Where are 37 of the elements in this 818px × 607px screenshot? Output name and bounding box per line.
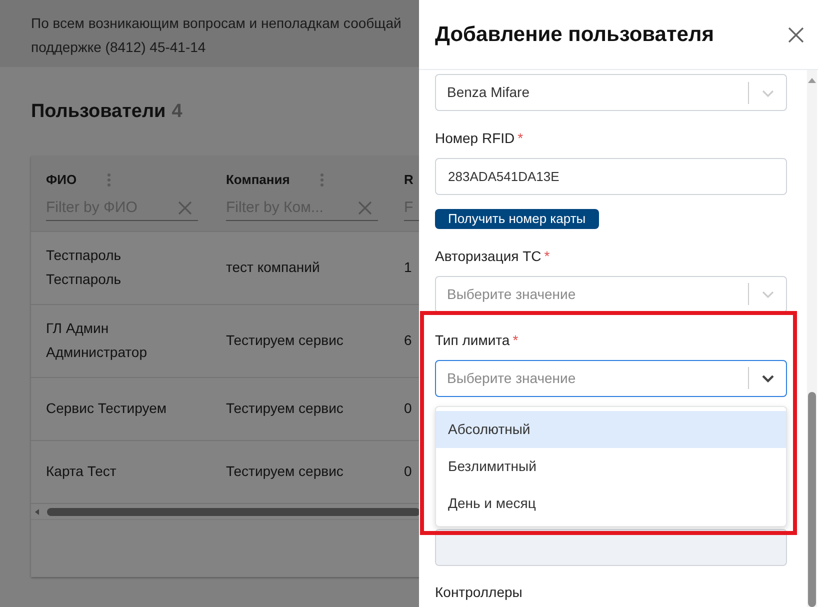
- page-title: Пользователи: [31, 100, 166, 124]
- close-icon[interactable]: [788, 26, 804, 42]
- get-card-number-button[interactable]: Получить номер карты: [435, 209, 599, 228]
- select-field[interactable]: Выберите значение: [435, 360, 787, 396]
- table-cell: ГЛ Админ Администратор: [46, 320, 148, 360]
- clear-icon[interactable]: [178, 201, 192, 215]
- table-cell: Тестируем сервис: [226, 462, 344, 478]
- table-cell: 6: [404, 332, 412, 348]
- select-field[interactable]: Benza Mifare: [435, 74, 787, 111]
- table-cell: Карта Тест: [46, 462, 116, 478]
- dropdown-option[interactable]: День и месяц: [436, 484, 786, 522]
- column-header[interactable]: Компания: [226, 170, 290, 190]
- field-label: Контроллеры: [435, 582, 524, 602]
- table-cell: 0: [404, 462, 412, 478]
- notice-text: По всем возникающим вопросам и неполадкам сообщай: [31, 14, 402, 33]
- column-header[interactable]: ФИО: [46, 170, 77, 190]
- column-header[interactable]: R: [404, 170, 414, 190]
- column-menu-icon[interactable]: [320, 172, 324, 186]
- notice-text: поддержке (8412) 45-41-14: [31, 38, 207, 57]
- table-cell: Тестпароль Тестпароль: [46, 246, 122, 286]
- select-field[interactable]: Выберите значение: [435, 276, 787, 312]
- table-cell: тест компаний: [226, 258, 320, 274]
- column-menu-icon[interactable]: [106, 172, 111, 186]
- field-label: Тип лимита *: [435, 330, 520, 350]
- clear-icon[interactable]: [358, 201, 372, 215]
- drawer-title: Добавление пользователя: [435, 22, 714, 48]
- table-cell: 0: [404, 400, 412, 416]
- field-label: Авторизация ТС *: [435, 246, 551, 266]
- table-cell: 1: [404, 258, 412, 274]
- input-field[interactable]: 283ADA541DA13E: [435, 158, 787, 195]
- table-cell: Сервис Тестируем: [46, 400, 166, 416]
- field-label: Номер RFID *: [435, 129, 524, 148]
- table-cell: Тестируем сервис: [226, 332, 344, 348]
- vertical-scrollbar[interactable]: [807, 70, 817, 607]
- dropdown-option[interactable]: Абсолютный: [436, 410, 786, 448]
- dropdown-option[interactable]: Безлимитный: [436, 448, 786, 484]
- table-cell: Тестируем сервис: [226, 400, 344, 416]
